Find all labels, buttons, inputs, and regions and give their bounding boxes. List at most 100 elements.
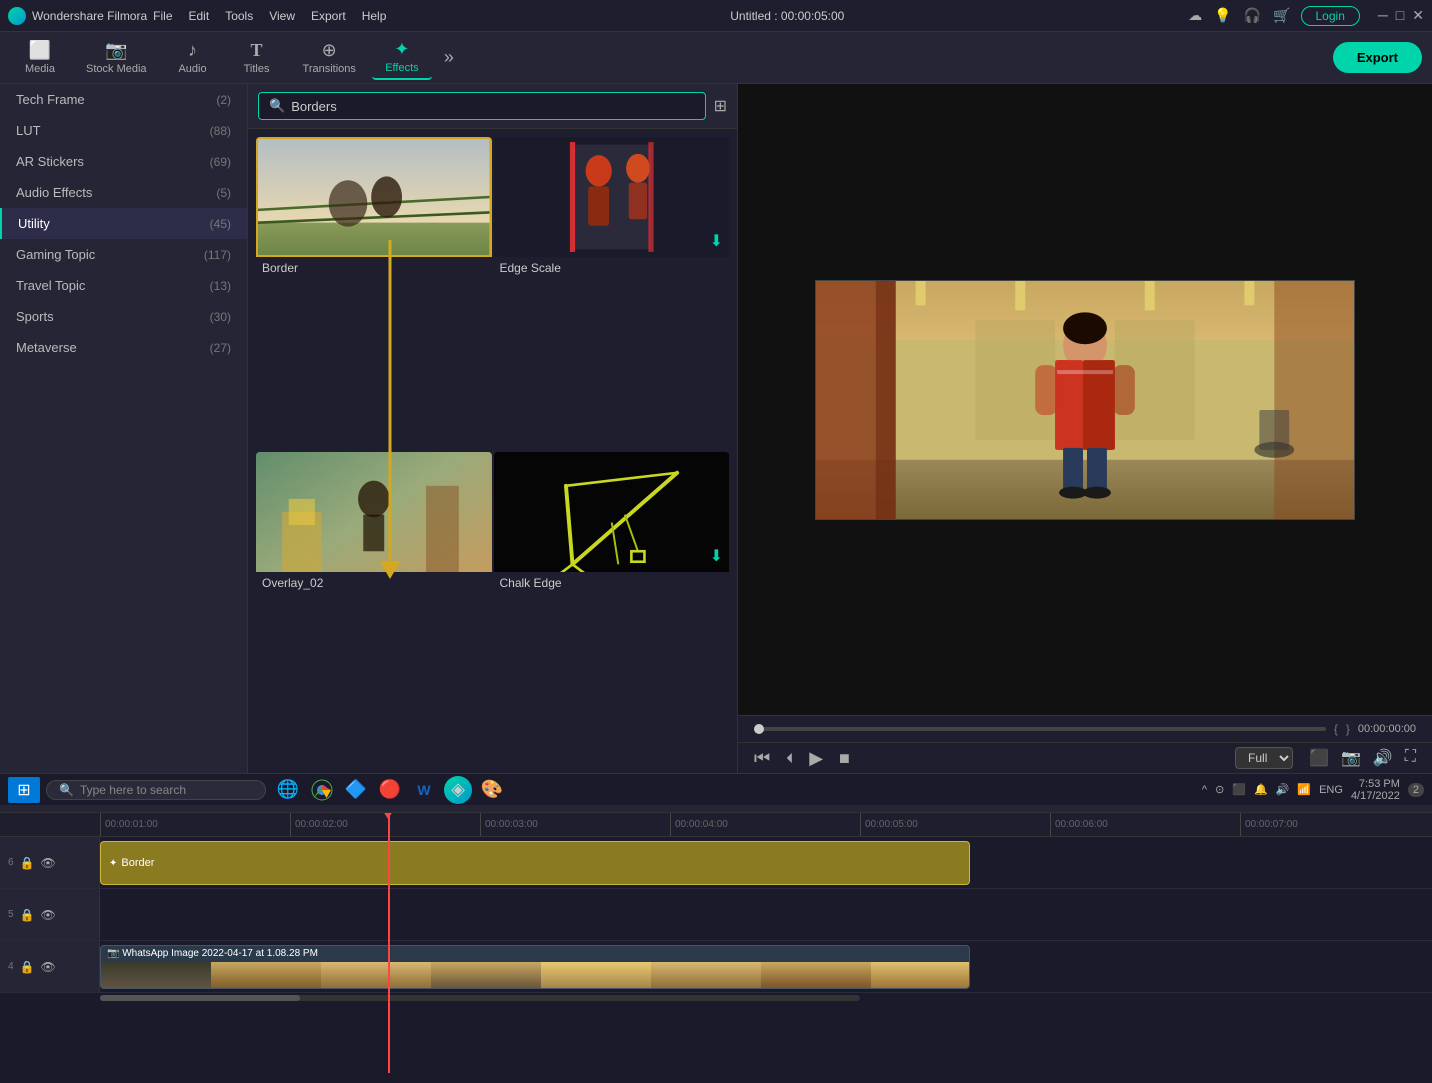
menu-export[interactable]: Export [311, 9, 346, 23]
screen-layout-icon[interactable]: ⬛ [1309, 748, 1329, 768]
utility-count: (45) [210, 217, 231, 231]
screenshot-icon[interactable]: 📷 [1341, 748, 1361, 768]
grid-view-icon[interactable]: ⊞ [714, 96, 727, 116]
toolbar-transitions[interactable]: ⊕ Transitions [291, 36, 368, 79]
export-button[interactable]: Export [1333, 42, 1422, 73]
track-content-4[interactable]: 📷 WhatsApp Image 2022-04-17 at 1.08.28 P… [100, 941, 1432, 992]
taskbar-search-placeholder: Type here to search [80, 783, 186, 797]
taskbar-app-filmora[interactable]: ◈ [444, 776, 472, 804]
sidebar-item-sports[interactable]: Sports (30) [0, 301, 247, 332]
search-input[interactable] [291, 99, 694, 114]
taskbar-app-chrome[interactable] [308, 776, 336, 804]
cloud-icon[interactable]: ☁ [1188, 7, 1202, 24]
track-lock-6[interactable]: 🔒 [20, 856, 35, 870]
sidebar-item-ar-stickers[interactable]: AR Stickers (69) [0, 146, 247, 177]
edge-scale-download-icon: ⬇ [710, 231, 723, 251]
volume-icon[interactable]: 🔊 [1373, 748, 1393, 768]
metaverse-label: Metaverse [16, 340, 77, 355]
maximize-button[interactable]: □ [1396, 7, 1404, 24]
menu-file[interactable]: File [153, 9, 172, 23]
timeline-scrollbar[interactable] [0, 993, 1432, 1003]
track-lock-4[interactable]: 🔒 [20, 960, 35, 974]
progress-bar[interactable] [754, 727, 1326, 731]
thumb-strip-5 [541, 962, 651, 989]
taskbar-caret[interactable]: ^ [1202, 784, 1207, 796]
sidebar-item-gaming-topic[interactable]: Gaming Topic (117) [0, 239, 247, 270]
toolbar-media[interactable]: ⬜ Media [10, 36, 70, 79]
menu-edit[interactable]: Edit [189, 9, 210, 23]
track-lock-5[interactable]: 🔒 [20, 908, 35, 922]
taskbar-apps: 🌐 🔷 🔴 W ◈ 🎨 [274, 776, 506, 804]
toolbar-stock-media[interactable]: 📷 Stock Media [74, 36, 159, 79]
sports-count: (30) [210, 310, 231, 324]
sidebar-item-lut[interactable]: LUT (88) [0, 115, 247, 146]
menu-tools[interactable]: Tools [225, 9, 253, 23]
quality-select[interactable]: Full 1/2 1/4 [1235, 747, 1293, 769]
lut-count: (88) [210, 124, 231, 138]
minimize-button[interactable]: ─ [1378, 7, 1388, 24]
border-clip[interactable]: ✦ Border [100, 841, 970, 885]
track-content-5[interactable] [100, 889, 1432, 940]
taskbar-icon-2: ⬛ [1232, 783, 1246, 796]
taskbar-search[interactable]: 🔍 Type here to search [46, 780, 266, 800]
play-button[interactable]: ▶ [809, 748, 823, 769]
headset-icon[interactable]: 🎧 [1244, 7, 1261, 24]
taskbar-notification-btn[interactable]: 2 [1408, 783, 1424, 797]
track-eye-4[interactable]: 👁 [41, 960, 56, 974]
taskbar-app-word[interactable]: W [410, 776, 438, 804]
scrollbar-thumb [100, 995, 300, 1001]
tech-frame-count: (2) [216, 93, 231, 107]
step-back-button[interactable]: ⏮ [754, 748, 770, 769]
effect-item-border[interactable]: Border [256, 137, 492, 450]
edge-scale-thumb: ⬇ [494, 137, 730, 257]
track-row-5: 5 🔒 👁 [0, 889, 1432, 941]
overlay-02-label: Overlay_02 [256, 572, 492, 594]
toolbar-effects[interactable]: ✦ Effects [372, 35, 432, 80]
sidebar-item-utility[interactable]: Utility (45) [0, 208, 247, 239]
effect-item-overlay-02[interactable]: Overlay_02 [256, 452, 492, 765]
toolbar-audio[interactable]: ♪ Audio [163, 36, 223, 79]
overlay-thumb [256, 452, 492, 572]
play-back-button[interactable]: ⏴ [786, 750, 793, 767]
menu-help[interactable]: Help [362, 9, 387, 23]
track-num-4: 4 [8, 961, 14, 972]
ruler-mark-3: 00:00:03:00 [480, 813, 670, 836]
effect-item-edge-scale[interactable]: ⬇ Edge Scale [494, 137, 730, 450]
stop-button[interactable]: ■ [839, 748, 850, 769]
taskbar-app-ie[interactable]: 🌐 [274, 776, 302, 804]
track-6-playhead [388, 837, 390, 888]
video-clip-label: 📷 WhatsApp Image 2022-04-17 at 1.08.28 P… [107, 948, 318, 959]
bulb-icon[interactable]: 💡 [1214, 7, 1231, 24]
stock-icon: 📷 [105, 40, 127, 61]
taskbar-icon-5: 📶 [1297, 783, 1311, 796]
search-input-wrapper[interactable]: 🔍 [258, 92, 706, 120]
track-eye-5[interactable]: 👁 [41, 908, 56, 922]
transitions-label: Transitions [303, 63, 356, 75]
taskbar-app-paint[interactable]: 🎨 [478, 776, 506, 804]
sidebar-item-audio-effects[interactable]: Audio Effects (5) [0, 177, 247, 208]
menu-view[interactable]: View [269, 9, 295, 23]
track-content-6[interactable]: ✦ Border [100, 837, 1432, 888]
fullscreen-icon[interactable]: ⛶ [1405, 748, 1416, 768]
cart-icon[interactable]: 🛒 [1273, 7, 1290, 24]
left-panel: Tech Frame (2) LUT (88) AR Stickers (69)… [0, 84, 248, 773]
travel-topic-label: Travel Topic [16, 278, 85, 293]
ruler-mark-1: 00:00:01:00 [100, 813, 290, 836]
timeline: ↩ ↪ 🗑 ✂ ⏱ ≡ 〰 ⊙ ⊟ 🎙 ☰ ⬛ − + ▪ 00:00:01:0… [0, 773, 1432, 1083]
video-clip[interactable]: 📷 WhatsApp Image 2022-04-17 at 1.08.28 P… [100, 945, 970, 989]
sidebar-item-metaverse[interactable]: Metaverse (27) [0, 332, 247, 363]
login-button[interactable]: Login [1301, 6, 1360, 26]
track-row-4: 4 🔒 👁 📷 WhatsApp Image 2022-04-17 at 1.0… [0, 941, 1432, 993]
titlebar: Wondershare Filmora File Edit Tools View… [0, 0, 1432, 32]
taskbar-app-edge[interactable]: 🔷 [342, 776, 370, 804]
sidebar-item-travel-topic[interactable]: Travel Topic (13) [0, 270, 247, 301]
effect-item-chalk-edge[interactable]: ⬇ Chalk Edge [494, 452, 730, 765]
sidebar-item-tech-frame[interactable]: Tech Frame (2) [0, 84, 247, 115]
taskbar-app-opera[interactable]: 🔴 [376, 776, 404, 804]
track-eye-6[interactable]: 👁 [41, 856, 56, 870]
toolbar-more-button[interactable]: » [436, 47, 462, 68]
close-button[interactable]: ✕ [1412, 7, 1424, 24]
toolbar-titles[interactable]: T Titles [227, 36, 287, 79]
thumb-strip-1 [101, 962, 211, 989]
start-button[interactable]: ⊞ [8, 777, 40, 803]
